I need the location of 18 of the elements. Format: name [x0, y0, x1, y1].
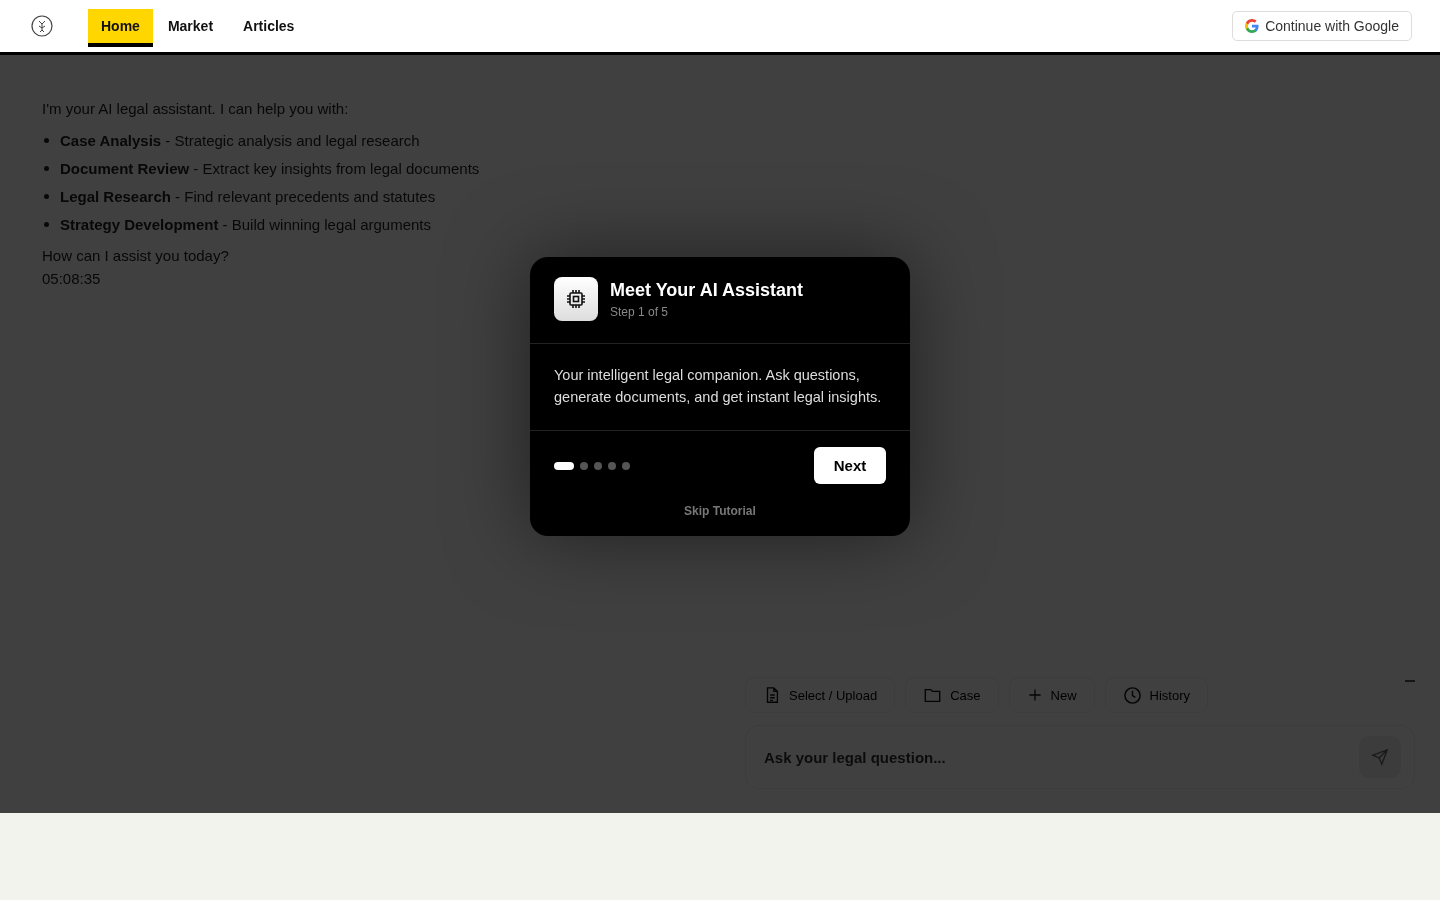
step-counter: Step 1 of 5 — [610, 304, 670, 319]
capability-item: Case Analysis - Strategic analysis and legal research — [60, 132, 420, 149]
assistant-question: How can I assist you today? — [42, 247, 230, 264]
nav-tab[interactable]: Articles — [228, 9, 310, 47]
message-timestamp: 05:08:35 — [42, 270, 102, 287]
capability-item: Legal Research - Find relevant precedents and statutes — [60, 188, 436, 205]
google-login-button[interactable]: Continue with Google — [1232, 11, 1412, 41]
capability-item: Document Review - Extract key insights from legal documents — [60, 160, 480, 177]
next-button[interactable]: Next — [814, 447, 886, 484]
nav-tab[interactable]: Market — [152, 9, 229, 47]
chip-icon — [554, 277, 598, 321]
dialog-text: Your intelligent legal companion. Ask questions, generate documents, and get instant legal insights. — [530, 344, 910, 431]
google-g-icon — [1245, 19, 1260, 33]
dialog-title: Meet Your AI Assistant — [610, 279, 804, 301]
skip-tutorial-link[interactable]: Skip Tutorial — [684, 504, 756, 518]
nav-tab[interactable]: Home — [88, 9, 153, 47]
logo-icon[interactable] — [31, 15, 53, 37]
capability-item: Strategy Development - Build winning legal arguments — [60, 216, 431, 233]
